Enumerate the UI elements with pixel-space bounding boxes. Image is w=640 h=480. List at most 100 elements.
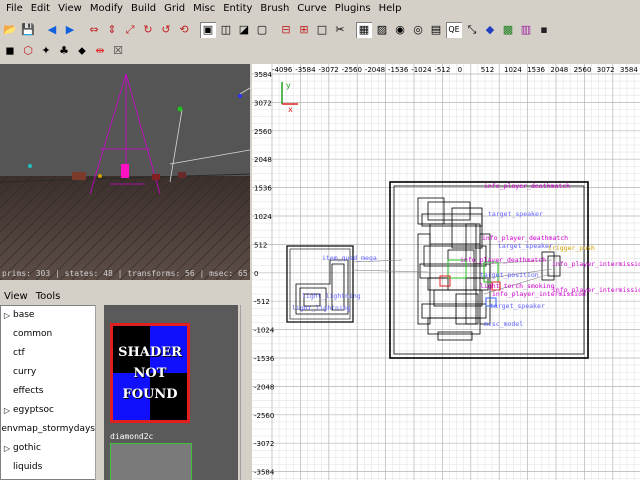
flip-y-button[interactable]: ⇕ [104, 22, 120, 38]
tree-item[interactable]: ctf [1, 344, 95, 363]
entity-label: target_position [480, 271, 539, 279]
rotate-z-icon: ⟲ [179, 23, 189, 36]
menu-grid[interactable]: Grid [160, 0, 189, 18]
scale-button[interactable]: ⤡ [464, 22, 480, 38]
change-views-button[interactable]: ▦ [356, 22, 372, 38]
light-button[interactable]: ✦ [38, 43, 54, 59]
menu-view[interactable]: View [54, 0, 86, 18]
brush-outline [437, 331, 473, 341]
csg-merge-button[interactable]: ⊞ [296, 22, 312, 38]
plugin-button[interactable]: ▪ [536, 22, 552, 38]
expand-arrow-icon[interactable]: ▷ [1, 401, 13, 420]
open-button[interactable]: 📂 [2, 22, 18, 38]
secondary-toolbar: ◼ ⬡ ✦ ♣ ⬥ ⇹ ☒ [0, 41, 640, 61]
tree-item-label: curry [13, 367, 37, 377]
entity-label: info_player_deathmatch [460, 256, 546, 264]
clipper-icon: ✂ [335, 23, 345, 36]
ruler-label: -1024 [254, 327, 275, 335]
texture-thumbnail[interactable] [110, 443, 192, 480]
rotate-z-button[interactable]: ⟲ [176, 22, 192, 38]
undo-icon: ◀ [47, 23, 57, 36]
texture-view[interactable]: SHADER NOT FOUND diamond2c [104, 305, 238, 480]
cube-button[interactable]: ◼ [2, 43, 18, 59]
cubic-clip-button[interactable]: ▤ [428, 22, 444, 38]
csg-subtract-button[interactable]: ⊟ [278, 22, 294, 38]
csg-merge-icon: ⊞ [299, 23, 309, 36]
sphere-button[interactable]: ⬡ [20, 43, 36, 59]
tree-item[interactable]: liquids [1, 458, 95, 477]
tree-scrollbar[interactable] [95, 305, 103, 480]
select-complete-button[interactable]: ▣ [200, 22, 216, 38]
select-partial-button[interactable]: ◪ [236, 22, 252, 38]
undo-button[interactable]: ◀ [44, 22, 60, 38]
texture-icon: ▩ [502, 23, 514, 36]
flip-z-button[interactable]: ⤢ [122, 22, 138, 38]
save-icon: 💾 [21, 23, 35, 36]
rotate-y-button[interactable]: ↺ [158, 22, 174, 38]
ruler-label: 2048 [550, 66, 568, 74]
tree-item[interactable]: ▷ gothic [1, 439, 95, 458]
camera-preview-button[interactable]: ◎ [410, 22, 426, 38]
tree-item[interactable]: ▷ egyptsoc [1, 401, 95, 420]
expand-arrow-icon[interactable]: ▷ [1, 306, 13, 325]
menu-edit[interactable]: Edit [27, 0, 54, 18]
splitter[interactable] [0, 280, 250, 286]
ruler-label: -512 [254, 298, 270, 306]
menu-file[interactable]: File [2, 0, 27, 18]
clipper-button[interactable]: ✂ [332, 22, 348, 38]
texture-lock-button[interactable]: ▨ [374, 22, 390, 38]
shader-button[interactable]: ▥ [518, 22, 534, 38]
tree-item[interactable]: envmap_stormydays [1, 420, 95, 439]
entity-label: target_speaker [498, 242, 553, 250]
hollow-button[interactable]: □ [314, 22, 330, 38]
ruler-label: -2048 [365, 66, 385, 74]
qe-mode-button[interactable]: QE [446, 22, 462, 38]
tree-item[interactable]: common [1, 325, 95, 344]
menu-curve[interactable]: Curve [293, 0, 331, 18]
ruler-label: -2560 [342, 66, 362, 74]
menu-plugins[interactable]: Plugins [331, 0, 375, 18]
entity-label: info_player_intermission [552, 260, 640, 268]
menu-help[interactable]: Help [375, 0, 406, 18]
shader-tree[interactable]: ▷ base common ctf curry effects ▷ egyptsoc envma… [0, 305, 96, 480]
flip-x-button[interactable]: ⇔ [86, 22, 102, 38]
red-arrows-button[interactable]: ⇹ [92, 43, 108, 59]
camera-view[interactable]: prims: 303 | states: 48 | transforms: 56… [0, 64, 250, 280]
patch-button[interactable]: ◆ [482, 22, 498, 38]
shader-text: SHADER NOT FOUND [118, 344, 182, 402]
texture-menu-view[interactable]: View [0, 291, 32, 302]
tree-item[interactable]: ▷ base [1, 306, 95, 325]
patch-icon: ◆ [485, 23, 495, 36]
cube-icon: ◼ [5, 44, 15, 57]
drop-button[interactable]: ⬥ [74, 43, 90, 59]
texture-scrollbar[interactable] [240, 305, 248, 480]
rotate-x-button[interactable]: ↻ [140, 22, 156, 38]
show-entities-button[interactable]: ◉ [392, 22, 408, 38]
scale-icon: ⤡ [467, 23, 477, 36]
menu-brush[interactable]: Brush [256, 0, 293, 18]
texture-menu-tools[interactable]: Tools [32, 291, 65, 302]
camera-scene [0, 64, 250, 280]
menu-misc[interactable]: Misc [189, 0, 219, 18]
entity-label: target_speaker [490, 302, 545, 310]
expand-arrow-icon[interactable]: ▷ [1, 439, 13, 458]
select-inside-button[interactable]: ▢ [254, 22, 270, 38]
entity-button[interactable]: ♣ [56, 43, 72, 59]
open-icon: 📂 [3, 23, 17, 36]
menu-entity[interactable]: Entity [219, 0, 256, 18]
tree-item[interactable]: curry [1, 363, 95, 382]
save-button[interactable]: 💾 [20, 22, 36, 38]
flip-y-icon: ⇕ [107, 23, 117, 36]
xy-grid-view[interactable]: -4096 -3584 -3072 -2560 -2048 -1536 -1024 -512 0… [252, 64, 640, 480]
tree-item[interactable]: effects [1, 382, 95, 401]
menu-modify[interactable]: Modify [86, 0, 127, 18]
shader-not-found-texture[interactable]: SHADER NOT FOUND [110, 323, 190, 423]
tree-item-label: base [13, 310, 35, 320]
menu-build[interactable]: Build [127, 0, 160, 18]
texture-button[interactable]: ▩ [500, 22, 516, 38]
camera-preview-icon: ◎ [413, 23, 423, 36]
redo-button[interactable]: ▶ [62, 22, 78, 38]
ruler-label: 2560 [254, 128, 272, 136]
close-box-button[interactable]: ☒ [110, 43, 126, 59]
select-touching-button[interactable]: ◫ [218, 22, 234, 38]
